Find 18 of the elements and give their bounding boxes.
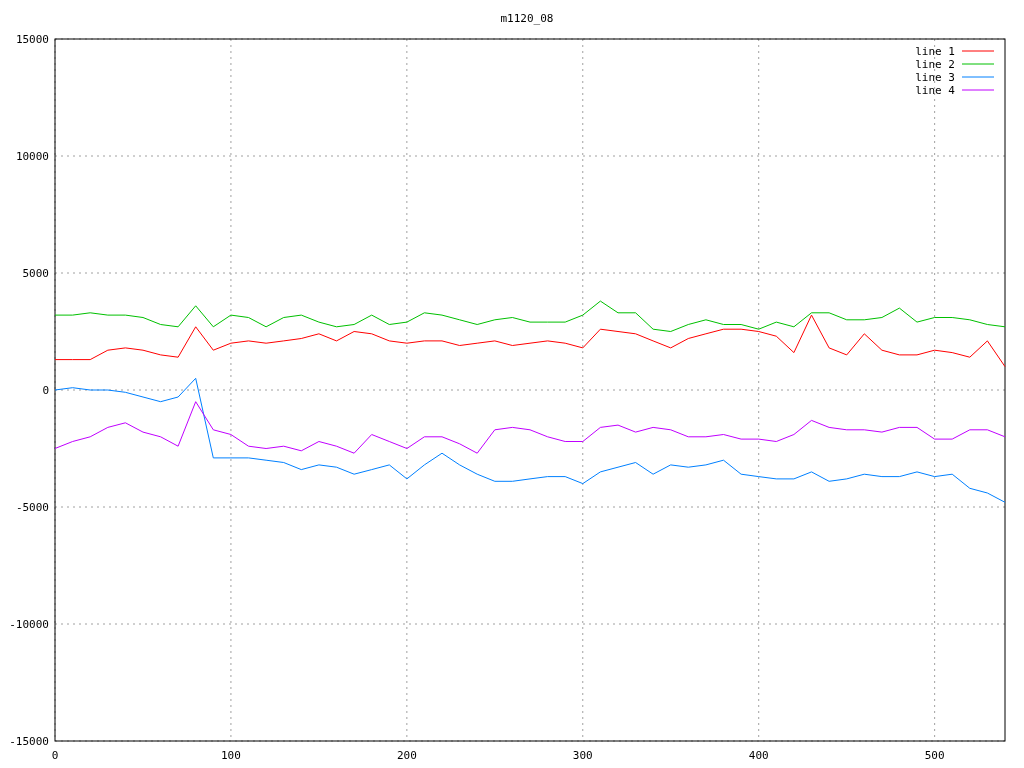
- x-tick-label: 100: [221, 749, 241, 762]
- x-tick-label: 0: [51, 749, 59, 762]
- y-tick-label: 10000: [15, 150, 49, 163]
- chart-title: m1120_08: [500, 12, 554, 25]
- x-tick-label: 200: [396, 749, 417, 762]
- y-tick-label: -10000: [9, 618, 49, 631]
- y-tick-label: 15000: [15, 33, 49, 46]
- legend-label: line 1: [915, 45, 955, 58]
- y-tick-label: 0: [42, 384, 49, 397]
- legend-label: line 3: [915, 71, 955, 84]
- y-tick-label: -5000: [15, 501, 49, 514]
- y-tick-label: -15000: [9, 735, 49, 748]
- legend-label: line 4: [915, 84, 955, 97]
- y-tick-label: 5000: [22, 267, 49, 280]
- x-tick-label: 300: [572, 749, 593, 762]
- x-tick-label: 500: [924, 749, 945, 762]
- legend-label: line 2: [915, 58, 955, 71]
- x-tick-label: 400: [748, 749, 769, 762]
